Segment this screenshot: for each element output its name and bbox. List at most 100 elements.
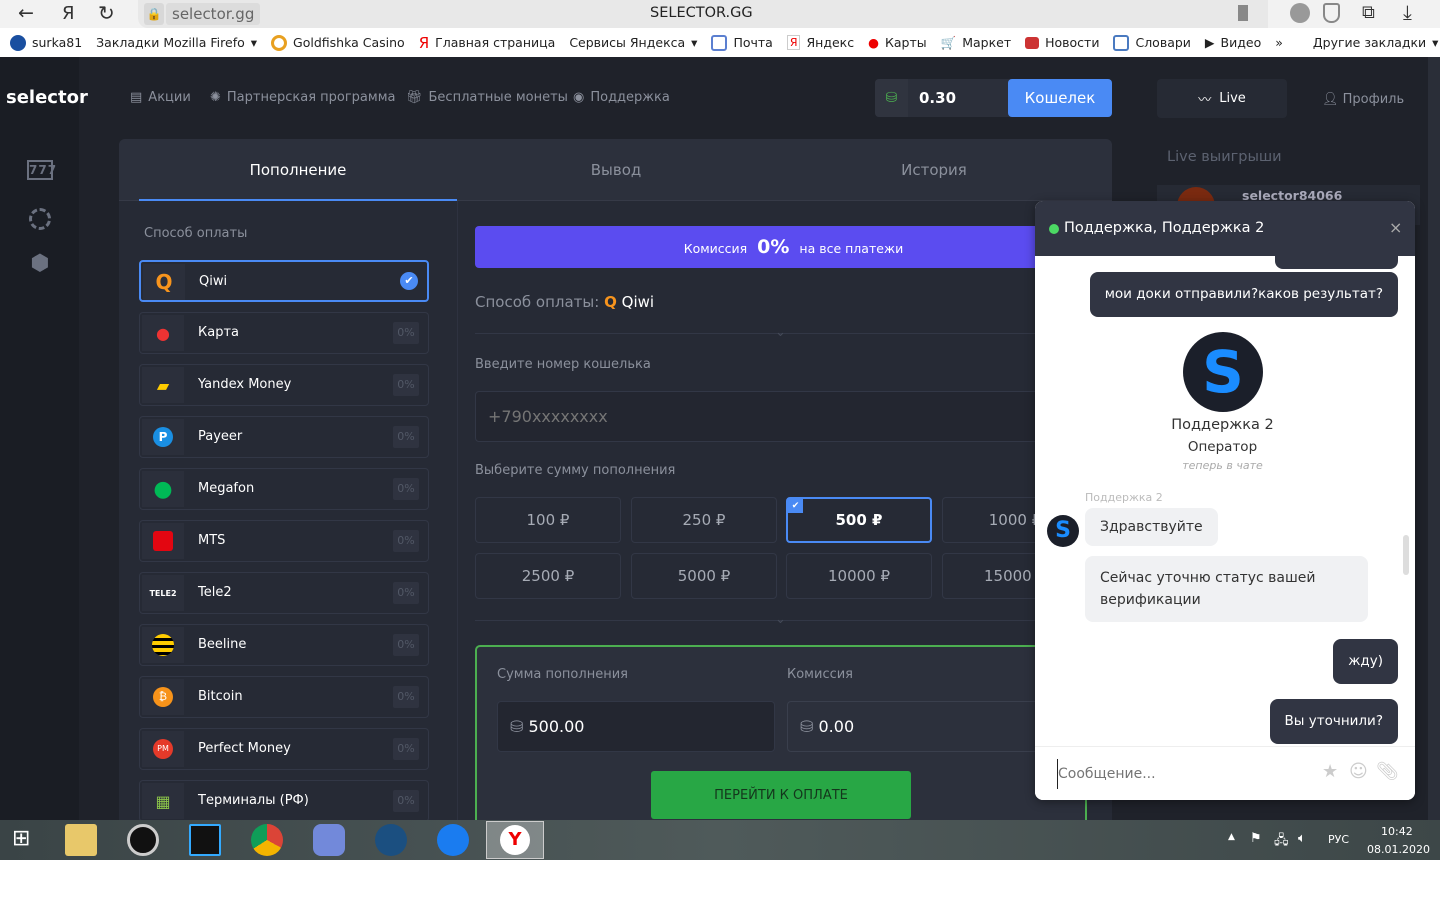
discord-icon[interactable] bbox=[313, 824, 345, 856]
chat-scrollbar[interactable] bbox=[1403, 535, 1409, 575]
bookmark-label: Другие закладки bbox=[1312, 35, 1427, 50]
tab-withdraw[interactable]: Вывод bbox=[457, 139, 775, 201]
video-editor-icon[interactable] bbox=[189, 824, 221, 856]
bookmark-item[interactable]: Я Главная страница bbox=[419, 34, 556, 52]
bookmark-item[interactable]: Почта bbox=[711, 34, 773, 51]
nav-promos[interactable]: ▤ Акции bbox=[130, 90, 191, 105]
star-icon[interactable]: ★ bbox=[1322, 761, 1338, 782]
chat-header: Поддержка, Поддержка 2 × bbox=[1035, 201, 1415, 256]
close-icon[interactable]: × bbox=[1389, 218, 1402, 237]
fee-badge: 0% bbox=[393, 634, 419, 656]
bookmark-item[interactable]: ▶ Видео bbox=[1205, 35, 1261, 50]
recorder-icon[interactable] bbox=[127, 824, 159, 856]
extension-icon[interactable]: ⧉ bbox=[1362, 2, 1375, 23]
chrome-icon[interactable] bbox=[251, 824, 283, 856]
video-icon: ▶ bbox=[1204, 35, 1215, 50]
clock-date[interactable]: 08.01.2020 bbox=[1367, 843, 1430, 856]
amount-option[interactable]: 100 ₽ bbox=[475, 497, 621, 543]
roulette-icon[interactable] bbox=[29, 208, 51, 230]
windows-start-icon[interactable]: ⊞ bbox=[12, 828, 30, 850]
uplay-icon[interactable] bbox=[437, 824, 469, 856]
yandex-button[interactable]: Я bbox=[62, 3, 75, 24]
download-icon[interactable]: ⤓ bbox=[1403, 0, 1412, 24]
language-indicator[interactable]: РУС bbox=[1328, 833, 1349, 846]
bookmark-item[interactable]: Goldfishka Casino bbox=[271, 34, 405, 51]
chat-message-input[interactable] bbox=[1057, 759, 1317, 789]
page-scrollbar[interactable] bbox=[1428, 57, 1440, 820]
tab-deposit[interactable]: Пополнение bbox=[139, 139, 457, 201]
mail-icon bbox=[711, 34, 728, 51]
bookmark-item[interactable]: ● Карты bbox=[868, 35, 927, 50]
payment-method-payeer[interactable]: P Payeer 0% bbox=[139, 416, 429, 458]
amount-option[interactable]: 250 ₽ bbox=[631, 497, 777, 543]
left-nav: selector 777 ⬢ bbox=[0, 57, 88, 820]
file-explorer-icon[interactable] bbox=[65, 824, 97, 856]
payment-method-card[interactable]: ● Карта 0% bbox=[139, 312, 429, 354]
bookmark-folder[interactable]: Закладки Mozilla Firefo ▾ bbox=[96, 35, 257, 50]
payment-method-yandex[interactable]: ▰ Yandex Money 0% bbox=[139, 364, 429, 406]
shield-icon[interactable] bbox=[1323, 3, 1340, 23]
tray-expand-icon[interactable]: ▲ bbox=[1228, 832, 1235, 842]
tab-history[interactable]: История bbox=[775, 139, 1093, 201]
amount-option-selected[interactable]: 500 ₽ ✔ bbox=[786, 497, 932, 543]
logo[interactable]: selector bbox=[6, 87, 88, 108]
payment-method-terminals[interactable]: ▦ Терминалы (РФ) 0% bbox=[139, 780, 429, 820]
message-sender: Поддержка 2 bbox=[1085, 491, 1163, 504]
address-bar[interactable]: 🔒 selector.gg SELECTOR.GG bbox=[138, 0, 1268, 28]
live-label: Live bbox=[1219, 91, 1246, 106]
chart-line-icon: 〰 bbox=[1198, 93, 1212, 108]
bookmark-item[interactable]: Словари bbox=[1113, 34, 1191, 51]
bookmark-folder[interactable]: Сервисы Яндекса ▾ bbox=[569, 35, 697, 50]
bookmark-item[interactable]: Новости bbox=[1025, 35, 1099, 50]
payment-method-qiwi[interactable]: Q Qiwi ✔ bbox=[139, 260, 429, 302]
steam-icon[interactable] bbox=[375, 824, 407, 856]
bookmarks-bar: surka81 Закладки Mozilla Firefo ▾ Goldfis… bbox=[0, 28, 1440, 57]
dice-icon[interactable]: ⬢ bbox=[27, 253, 53, 275]
bookmark-item[interactable]: surka81 bbox=[10, 34, 83, 51]
live-button[interactable]: 〰 Live bbox=[1157, 79, 1287, 118]
amount-option[interactable]: 10000 ₽ bbox=[786, 553, 932, 599]
bookmark-icon[interactable] bbox=[1238, 5, 1248, 21]
bookmark-item[interactable]: Я Яндекс bbox=[786, 35, 854, 50]
clock-time[interactable]: 10:42 bbox=[1381, 825, 1413, 838]
method-name: Payeer bbox=[198, 429, 243, 444]
amount-option[interactable]: 2500 ₽ bbox=[475, 553, 621, 599]
method-name: Tele2 bbox=[198, 585, 232, 600]
other-bookmarks[interactable]: Другие закладки ▾ bbox=[1313, 35, 1439, 50]
nav-support[interactable]: ◉ Поддержка bbox=[573, 90, 670, 105]
bookmarks-more[interactable]: » bbox=[1275, 35, 1283, 50]
divider bbox=[475, 620, 1112, 621]
emoji-icon[interactable]: ☺ bbox=[1349, 761, 1368, 782]
bookmark-item[interactable]: 🛒 Маркет bbox=[941, 35, 1011, 51]
wallet-button[interactable]: Кошелек bbox=[1008, 79, 1112, 117]
payment-method-bitcoin[interactable]: ₿ Bitcoin 0% bbox=[139, 676, 429, 718]
payment-method-mts[interactable]: MTS 0% bbox=[139, 520, 429, 562]
nav-partner[interactable]: ✺ Партнерская программа bbox=[210, 90, 395, 105]
reload-button[interactable]: ↻ bbox=[98, 1, 115, 25]
amount-label: 500 ₽ bbox=[835, 511, 883, 529]
amount-option[interactable]: 5000 ₽ bbox=[631, 553, 777, 599]
payment-method-megafon[interactable]: ● Megafon 0% bbox=[139, 468, 429, 510]
flag-icon[interactable]: ⚑ bbox=[1250, 831, 1262, 846]
proceed-to-payment-button[interactable]: ПЕРЕЙТИ К ОПЛАТЕ bbox=[651, 771, 911, 819]
fee-badge: 0% bbox=[393, 790, 419, 812]
chevron-down-icon: ⌄ bbox=[775, 612, 786, 627]
card-icon: ● bbox=[142, 315, 184, 351]
wallet-number-input[interactable] bbox=[475, 391, 1112, 442]
slots-icon[interactable]: 777 bbox=[27, 160, 56, 180]
globe-icon[interactable] bbox=[1290, 3, 1310, 23]
gift-icon: 🎁︎ bbox=[406, 90, 423, 105]
bookmark-label: surka81 bbox=[32, 35, 83, 50]
payment-method-perfect-money[interactable]: PM Perfect Money 0% bbox=[139, 728, 429, 770]
payment-method-tele2[interactable]: TELE2 Tele2 0% bbox=[139, 572, 429, 614]
nav-label: Акции bbox=[148, 90, 191, 105]
yandex-browser-taskbar-button[interactable]: Y bbox=[486, 821, 544, 859]
back-button[interactable]: ← bbox=[18, 2, 34, 24]
sum-field[interactable]: ⛁ 500.00 bbox=[497, 701, 775, 752]
profile-link[interactable]: 👤︎ Профиль bbox=[1322, 92, 1404, 107]
attach-icon[interactable]: 📎︎ bbox=[1376, 761, 1399, 782]
payment-method-beeline[interactable]: Beeline 0% bbox=[139, 624, 429, 666]
nav-free-coins[interactable]: 🎁︎ Бесплатные монеты bbox=[406, 90, 568, 105]
volume-icon[interactable]: 🔈︎ bbox=[1298, 831, 1306, 846]
network-icon[interactable]: 🖧︎ bbox=[1274, 831, 1289, 853]
